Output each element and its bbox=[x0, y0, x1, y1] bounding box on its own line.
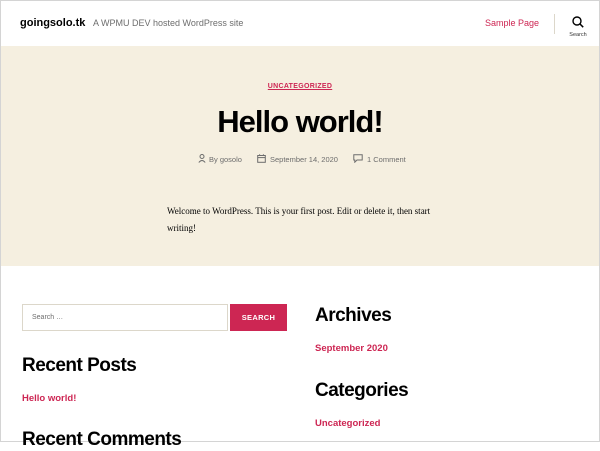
search-icon bbox=[572, 16, 584, 28]
nav-item-sample-page[interactable]: Sample Page bbox=[485, 18, 539, 28]
post-comments-link[interactable]: 1 Comment bbox=[367, 155, 406, 164]
calendar-icon bbox=[257, 154, 266, 163]
header-divider bbox=[554, 14, 555, 34]
recent-comments-title: Recent Comments bbox=[22, 429, 182, 450]
search-toggle-button[interactable]: Search bbox=[564, 16, 592, 42]
recent-posts-title: Recent Posts bbox=[22, 355, 137, 376]
comment-icon bbox=[353, 154, 363, 163]
search-input[interactable]: Search … bbox=[22, 304, 228, 331]
post-title[interactable]: Hello world! bbox=[1, 104, 599, 140]
categories-title: Categories bbox=[315, 380, 409, 401]
user-icon bbox=[198, 154, 206, 163]
post-author-link[interactable]: By gosolo bbox=[209, 155, 242, 164]
post-header: UNCATEGORIZED Hello world! By gosolo Sep… bbox=[1, 46, 599, 266]
post-category-link[interactable]: UNCATEGORIZED bbox=[1, 83, 599, 90]
post-content: Welcome to WordPress. This is your first… bbox=[167, 206, 431, 233]
search-toggle-label: Search bbox=[569, 32, 587, 38]
site-header: goingsolo.tk A WPMU DEV hosted WordPress… bbox=[1, 1, 599, 46]
search-submit-button[interactable]: SEARCH bbox=[230, 304, 287, 331]
archives-title: Archives bbox=[315, 305, 392, 326]
recent-post-link[interactable]: Hello world! bbox=[22, 393, 76, 404]
post-date-link[interactable]: September 14, 2020 bbox=[270, 155, 338, 164]
search-placeholder: Search … bbox=[32, 314, 64, 321]
category-link[interactable]: Uncategorized bbox=[315, 418, 380, 429]
site-title[interactable]: goingsolo.tk bbox=[20, 17, 85, 29]
site-description: A WPMU DEV hosted WordPress site bbox=[93, 18, 244, 28]
archive-link[interactable]: September 2020 bbox=[315, 343, 388, 354]
